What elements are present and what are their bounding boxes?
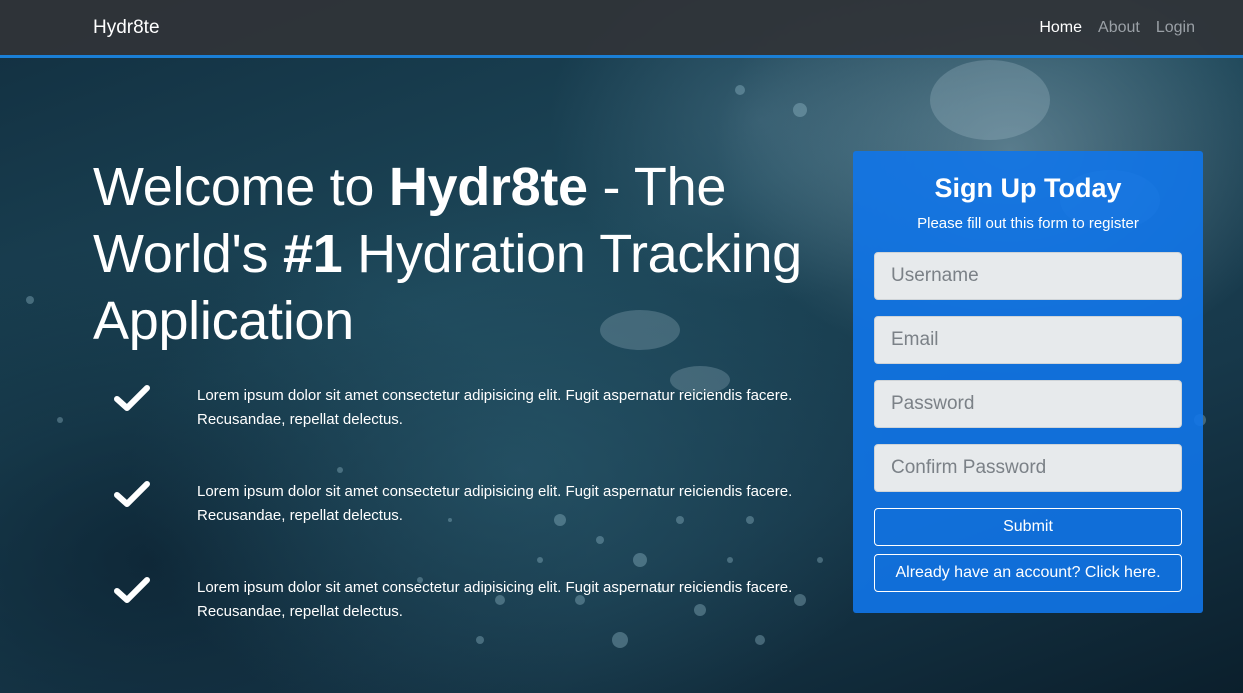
- submit-button[interactable]: Submit: [874, 508, 1182, 546]
- hero-title-rank: #1: [282, 224, 343, 284]
- check-icon: [114, 577, 150, 603]
- confirm-password-input[interactable]: [874, 444, 1182, 492]
- signup-subtitle: Please fill out this form to register: [917, 215, 1139, 232]
- feature-text: Lorem ipsum dolor sit amet consectetur a…: [197, 579, 793, 620]
- nav-login-link[interactable]: Login: [1156, 19, 1195, 37]
- password-input[interactable]: [874, 380, 1182, 428]
- email-input[interactable]: [874, 316, 1182, 364]
- feature-item: Lorem ipsum dolor sit amet consectetur a…: [110, 572, 810, 668]
- nav-home-link[interactable]: Home: [1039, 19, 1082, 37]
- feature-item: Lorem ipsum dolor sit amet consectetur a…: [110, 476, 810, 572]
- nav-about-link[interactable]: About: [1098, 19, 1140, 37]
- signup-title: Sign Up Today: [934, 173, 1122, 203]
- username-input[interactable]: [874, 252, 1182, 300]
- login-link-button[interactable]: Already have an account? Click here.: [874, 554, 1182, 592]
- feature-text: Lorem ipsum dolor sit amet consectetur a…: [197, 483, 793, 524]
- feature-item: Lorem ipsum dolor sit amet consectetur a…: [110, 380, 810, 476]
- hero-title: Welcome to Hydr8te - The World's #1 Hydr…: [93, 154, 813, 355]
- check-icon: [114, 481, 150, 507]
- hero-title-part: Welcome to: [93, 157, 389, 217]
- feature-text: Lorem ipsum dolor sit amet consectetur a…: [197, 387, 793, 428]
- check-icon: [114, 385, 150, 411]
- signup-card: Sign Up Today Please fill out this form …: [853, 151, 1203, 613]
- hero-title-brand: Hydr8te: [388, 157, 588, 217]
- navbar: Hydr8te Home About Login: [0, 0, 1243, 58]
- nav-links: Home About Login: [1039, 19, 1195, 37]
- brand-logo[interactable]: Hydr8te: [93, 17, 160, 39]
- feature-list: Lorem ipsum dolor sit amet consectetur a…: [110, 380, 810, 668]
